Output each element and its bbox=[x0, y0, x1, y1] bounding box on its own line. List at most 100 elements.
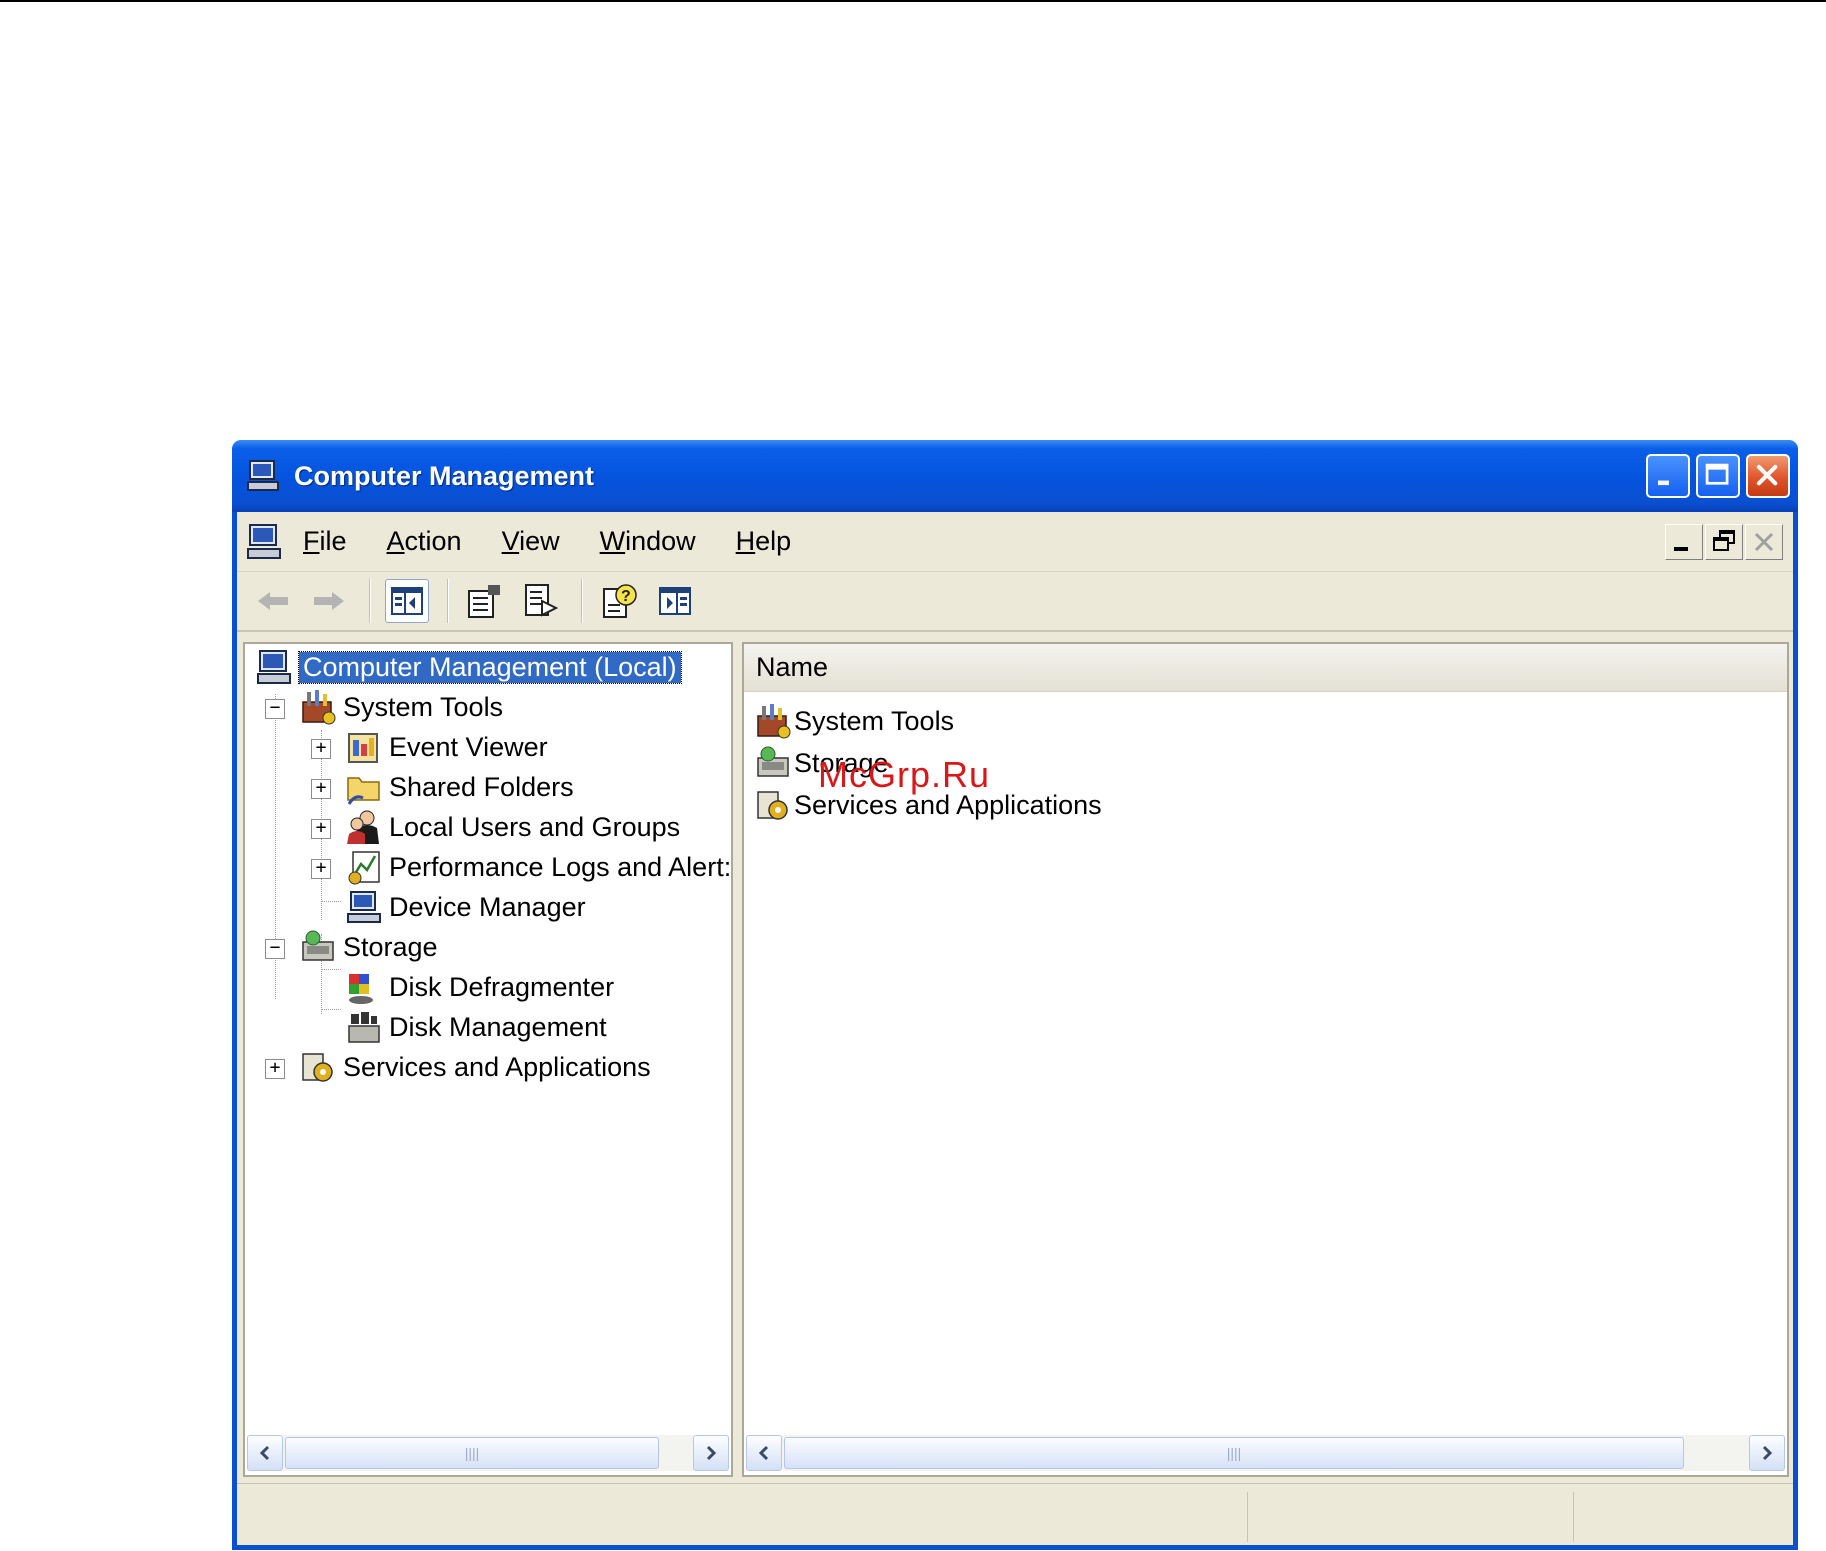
list-item-label: System Tools bbox=[794, 705, 955, 736]
expand-toggle-shared-folders[interactable]: + bbox=[311, 779, 331, 799]
chevron-right-icon bbox=[1762, 1445, 1773, 1461]
details-horizontal-scrollbar[interactable]: |||| bbox=[746, 1433, 1785, 1473]
expand-toggle-performance-logs[interactable]: + bbox=[311, 859, 331, 879]
child-close-button[interactable] bbox=[1745, 523, 1783, 560]
menu-bar: File Action View Window Help bbox=[237, 512, 1793, 572]
help-button[interactable]: ? bbox=[597, 579, 641, 623]
export-list-button[interactable] bbox=[519, 579, 563, 623]
column-header-name[interactable]: Name bbox=[744, 644, 1787, 692]
console-tree: Computer Management (Local) − System Too… bbox=[245, 644, 731, 1434]
console-tree-pane: Computer Management (Local) − System Too… bbox=[243, 642, 733, 1477]
tree-label-storage: Storage bbox=[343, 931, 438, 962]
event-viewer-icon bbox=[348, 733, 378, 763]
tree-node-device-manager[interactable]: Device Manager bbox=[345, 888, 586, 926]
watermark-text: McGrp.Ru bbox=[818, 754, 991, 795]
properties-button[interactable] bbox=[463, 579, 507, 623]
status-bar bbox=[237, 1483, 1793, 1545]
forward-button[interactable] bbox=[307, 579, 351, 623]
storage-icon bbox=[757, 746, 789, 777]
expand-toggle-local-users[interactable]: + bbox=[311, 819, 331, 839]
tree-label-root: Computer Management (Local) bbox=[298, 650, 682, 684]
child-restore-button[interactable] bbox=[1705, 523, 1743, 560]
scroll-left-button[interactable] bbox=[746, 1435, 782, 1471]
scrollbar-track[interactable]: |||| bbox=[782, 1435, 1749, 1471]
tree-node-disk-management[interactable]: Disk Management bbox=[345, 1008, 607, 1046]
tree-node-local-users[interactable]: Local Users and Groups bbox=[345, 808, 680, 846]
back-button[interactable] bbox=[251, 579, 295, 623]
help-icon: ? bbox=[603, 584, 637, 618]
show-hide-console-tree-button[interactable] bbox=[385, 579, 429, 623]
minimize-icon bbox=[1658, 480, 1669, 486]
svg-text:?: ? bbox=[621, 588, 631, 605]
close-button[interactable] bbox=[1746, 454, 1790, 498]
toolbar-separator bbox=[581, 579, 583, 623]
shared-folder-icon bbox=[347, 777, 380, 805]
collapse-toggle-storage[interactable]: − bbox=[265, 939, 285, 959]
disk-defragmenter-icon bbox=[349, 974, 373, 1004]
tree-label-performance-logs: Performance Logs and Alert: bbox=[389, 851, 731, 882]
column-header-label: Name bbox=[756, 652, 829, 682]
export-list-icon bbox=[525, 584, 559, 617]
computer-icon bbox=[257, 650, 291, 684]
window-title: Computer Management bbox=[294, 460, 595, 491]
tree-node-shared-folders[interactable]: Shared Folders bbox=[345, 768, 574, 806]
tree-horizontal-scrollbar[interactable]: |||| bbox=[247, 1433, 729, 1473]
tree-node-event-viewer[interactable]: Event Viewer bbox=[345, 728, 548, 766]
expand-toggle-event-viewer[interactable]: + bbox=[311, 739, 331, 759]
chevron-left-icon bbox=[259, 1445, 270, 1461]
page-top-rule bbox=[0, 0, 1826, 2]
forward-arrow-icon bbox=[314, 592, 344, 610]
scroll-left-button[interactable] bbox=[247, 1435, 283, 1471]
tree-node-root[interactable]: Computer Management (Local) bbox=[255, 648, 682, 686]
show-hide-tree-icon bbox=[391, 587, 423, 615]
toolbox-icon bbox=[302, 690, 336, 725]
list-item-system-tools[interactable]: System Tools bbox=[754, 700, 954, 742]
properties-icon bbox=[468, 585, 500, 618]
menu-view[interactable]: View bbox=[502, 526, 560, 557]
show-hide-action-pane-icon bbox=[659, 587, 691, 615]
title-bar[interactable]: Computer Management bbox=[232, 440, 1798, 512]
menu-file[interactable]: File bbox=[303, 526, 347, 557]
maximize-icon bbox=[1705, 463, 1729, 485]
tree-label-services: Services and Applications bbox=[343, 1051, 651, 1082]
performance-logs-icon bbox=[348, 851, 380, 885]
back-arrow-icon bbox=[258, 592, 288, 610]
storage-icon bbox=[302, 930, 334, 961]
expand-toggle-services[interactable]: + bbox=[265, 1059, 285, 1079]
scrollbar-thumb[interactable]: |||| bbox=[285, 1437, 659, 1469]
show-hide-action-pane-button[interactable] bbox=[653, 579, 697, 623]
computer-icon bbox=[247, 460, 279, 491]
scrollbar-track[interactable]: |||| bbox=[283, 1435, 693, 1471]
tree-node-system-tools[interactable]: System Tools bbox=[299, 688, 503, 726]
tree-node-storage[interactable]: Storage bbox=[299, 928, 438, 966]
menu-window[interactable]: Window bbox=[600, 526, 696, 557]
restore-icon bbox=[1713, 529, 1735, 551]
toolbar-separator bbox=[447, 579, 449, 623]
tree-label-system-tools: System Tools bbox=[343, 691, 504, 722]
disk-management-icon bbox=[348, 1012, 380, 1043]
tree-node-services[interactable]: Services and Applications bbox=[299, 1048, 651, 1086]
tree-node-disk-defragmenter[interactable]: Disk Defragmenter bbox=[345, 968, 614, 1006]
computer-management-window: Computer Management File Action View Win… bbox=[232, 440, 1798, 1550]
scrollbar-thumb[interactable]: |||| bbox=[784, 1437, 1684, 1469]
tree-label-device-manager: Device Manager bbox=[389, 891, 586, 922]
chevron-left-icon bbox=[758, 1445, 769, 1461]
minimize-button[interactable] bbox=[1646, 454, 1690, 498]
users-icon bbox=[347, 810, 379, 844]
menu-help[interactable]: Help bbox=[736, 526, 792, 557]
collapse-toggle-system-tools[interactable]: − bbox=[265, 699, 285, 719]
maximize-button[interactable] bbox=[1696, 454, 1740, 498]
scroll-right-button[interactable] bbox=[693, 1435, 729, 1471]
toolbar: ? bbox=[237, 572, 1793, 632]
tree-label-disk-defragmenter: Disk Defragmenter bbox=[389, 971, 615, 1002]
tree-label-shared-folders: Shared Folders bbox=[389, 771, 574, 802]
toolbar-separator bbox=[369, 579, 371, 623]
close-icon bbox=[1754, 532, 1774, 551]
services-icon bbox=[302, 1053, 333, 1082]
child-minimize-button[interactable] bbox=[1665, 523, 1703, 560]
panes-container: Computer Management (Local) − System Too… bbox=[237, 634, 1793, 1477]
scroll-right-button[interactable] bbox=[1749, 1435, 1785, 1471]
computer-icon[interactable] bbox=[245, 522, 285, 562]
menu-action[interactable]: Action bbox=[387, 526, 462, 557]
tree-node-performance-logs[interactable]: Performance Logs and Alert: bbox=[345, 848, 731, 886]
